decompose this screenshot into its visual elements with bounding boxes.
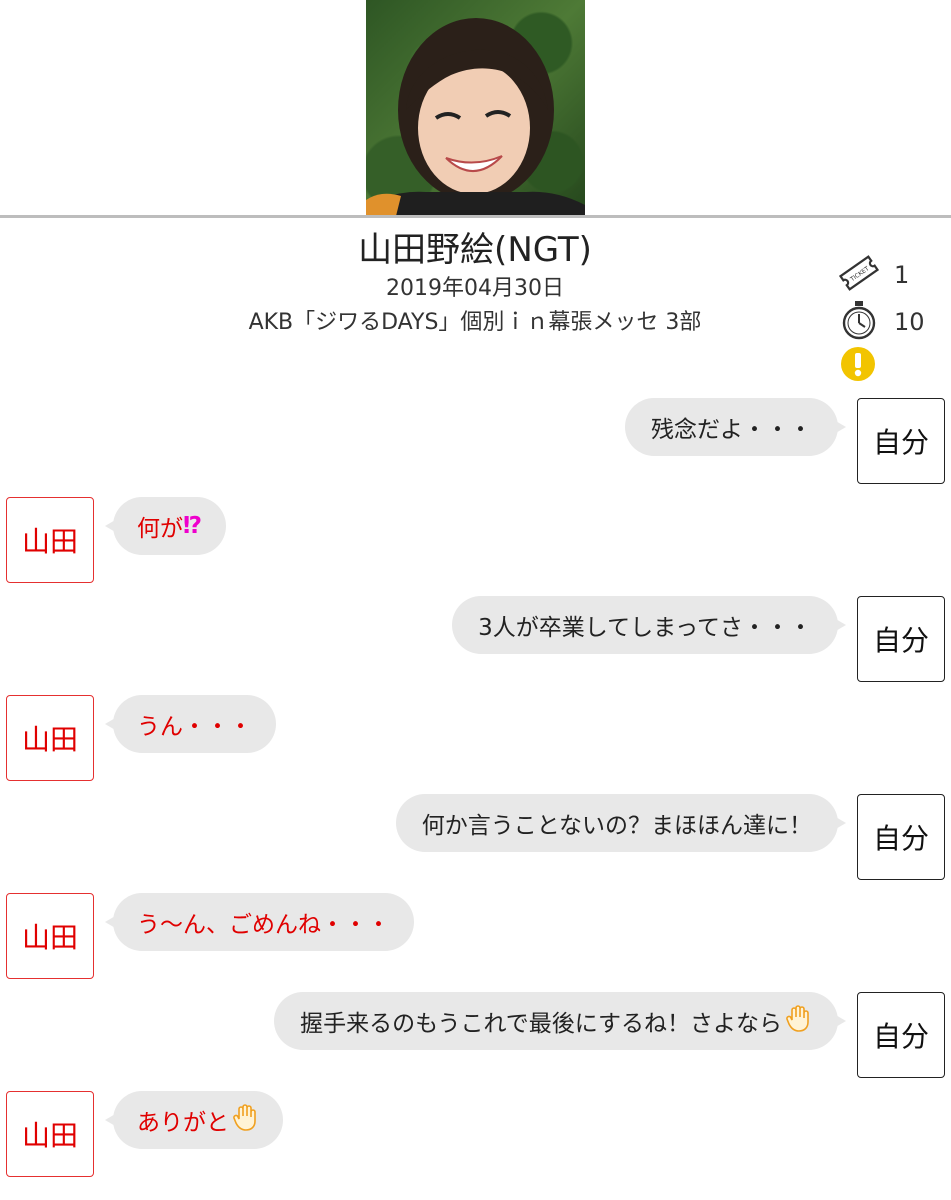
ticket-count: 1	[894, 261, 910, 289]
message-text: うん・・・	[137, 714, 252, 740]
self-avatar[interactable]: 自分	[857, 992, 945, 1078]
message-text: 握手来るのもうこれで最後にするね！さよなら	[300, 1011, 782, 1037]
message-bubble-member: ありがと	[105, 1091, 283, 1149]
message-bubble-self: 何か言うことないの？まほほん達に！	[395, 794, 847, 852]
self-avatar[interactable]: 自分	[857, 794, 945, 880]
chat-screen: 山田野絵(NGT) 2019年04月30日 AKB「ジワるDAYS」個別ｉｎ幕張…	[0, 0, 951, 1200]
message-text: 3人が卒業してしまってさ・・・	[478, 615, 812, 641]
exclamation-question-emoji: ⁉	[183, 513, 203, 539]
member-avatar[interactable]: 山田	[6, 893, 94, 979]
message-bubble-self: 3人が卒業してしまってさ・・・	[452, 596, 846, 654]
event-name: AKB「ジワるDAYS」個別ｉｎ幕張メッセ 3部	[248, 310, 702, 335]
ticket-icon: TICKET	[838, 254, 880, 296]
message-bubble-member: う〜ん、ごめんね・・・	[105, 893, 414, 951]
member-name: 山田野絵(NGT)	[358, 230, 592, 270]
raised-hand-icon	[786, 1004, 812, 1038]
ticket-stat: TICKET 1	[838, 254, 909, 296]
message-text: 何が	[137, 516, 183, 542]
message-bubble-member: 何が ⁉	[104, 497, 227, 555]
header-divider	[0, 215, 951, 218]
message-text: ありがと	[137, 1110, 229, 1136]
message-bubble-member: うん・・・	[105, 695, 276, 753]
member-photo	[366, 0, 585, 216]
self-avatar[interactable]: 自分	[857, 398, 945, 484]
self-avatar[interactable]: 自分	[857, 596, 945, 682]
member-avatar[interactable]: 山田	[6, 497, 94, 583]
member-avatar[interactable]: 山田	[6, 695, 94, 781]
message-text: う〜ん、ごめんね・・・	[137, 912, 390, 938]
timer-seconds: 10	[894, 308, 925, 336]
stopwatch-icon	[838, 300, 880, 344]
message-bubble-self: 握手来るのもうこれで最後にするね！さよなら	[274, 992, 846, 1050]
message-text: 何か言うことないの？まほほん達に！	[421, 813, 812, 839]
message-bubble-self: 残念だよ・・・	[625, 398, 846, 456]
member-avatar[interactable]: 山田	[6, 1091, 94, 1177]
event-date: 2019年04月30日	[386, 276, 564, 301]
exclamation-icon[interactable]	[840, 346, 876, 386]
timer-stat: 10	[838, 300, 925, 344]
raised-hand-icon	[233, 1103, 259, 1137]
message-text: 残念だよ・・・	[651, 417, 812, 443]
